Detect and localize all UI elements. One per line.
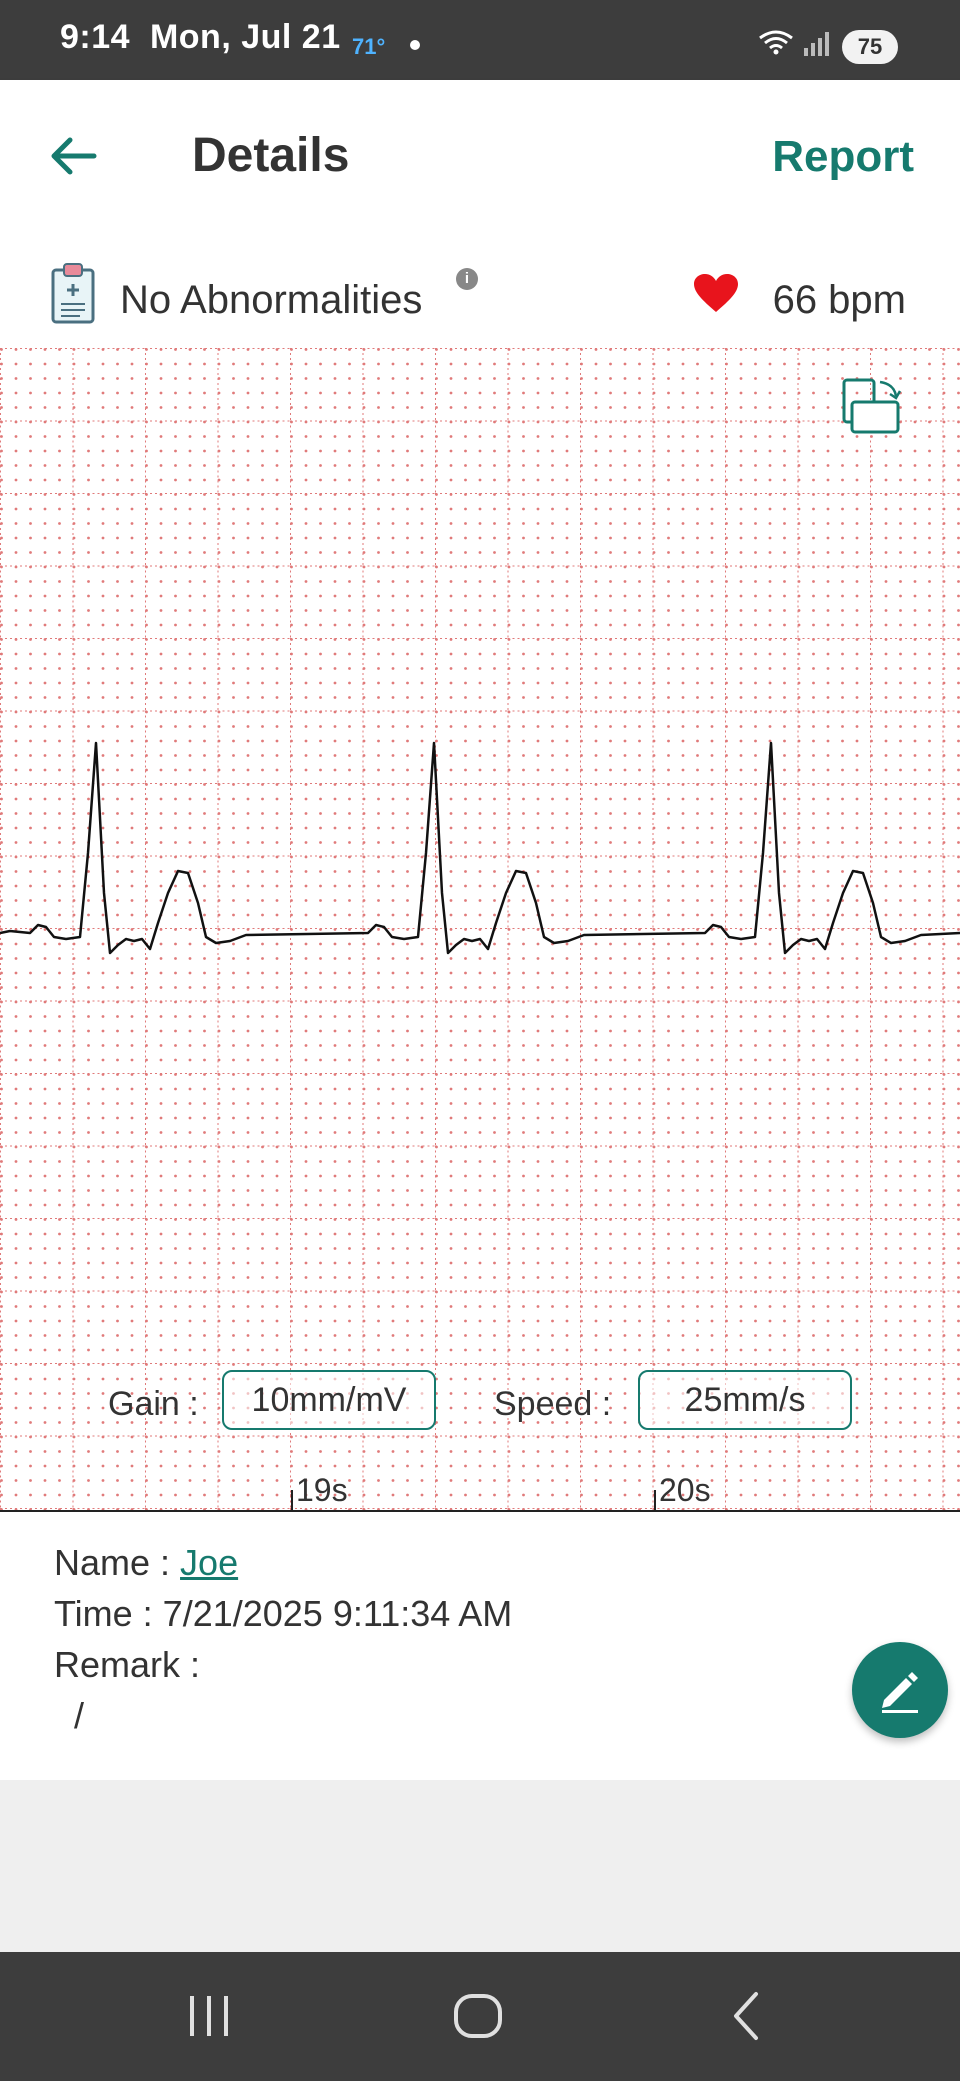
- speed-label: Speed :: [494, 1385, 612, 1423]
- clock-time: 9:14: [60, 18, 131, 56]
- status-time: 9:14 Mon, Jul 21: [60, 18, 341, 57]
- back-arrow-icon[interactable]: [46, 128, 102, 184]
- rotate-screen-icon[interactable]: [840, 376, 904, 440]
- gain-selector[interactable]: 10mm/mV: [222, 1370, 436, 1430]
- back-nav-icon[interactable]: [726, 1986, 766, 2046]
- battery-indicator: 75: [842, 30, 898, 64]
- edit-button[interactable]: [852, 1642, 948, 1738]
- notification-dot: [410, 40, 420, 50]
- status-bar: 9:14 Mon, Jul 21 71° 75: [0, 0, 960, 80]
- remark-label: Remark :: [54, 1644, 201, 1685]
- diagnosis-text: No Abnormalities: [120, 278, 423, 322]
- name-row: Name : Joe: [54, 1542, 238, 1584]
- info-icon[interactable]: i: [456, 268, 478, 290]
- clock-date: Mon, Jul 21: [149, 18, 341, 56]
- heart-icon: [694, 274, 738, 312]
- ecg-major-grid: [0, 348, 960, 1512]
- home-icon[interactable]: [452, 1986, 508, 2046]
- heart-rate-text: 66 bpm: [772, 278, 906, 322]
- gain-label: Gain :: [108, 1385, 199, 1423]
- name-link[interactable]: Joe: [180, 1542, 238, 1583]
- wifi-icon: [759, 30, 793, 55]
- record-details: Name : Joe Time : 7/21/2025 9:11:34 AM R…: [0, 1512, 960, 1780]
- tick-label-20s: 20s: [659, 1472, 711, 1508]
- weather-temp: 71°: [352, 34, 386, 59]
- page-title: Details: [192, 129, 350, 182]
- speed-selector[interactable]: 25mm/s: [638, 1370, 852, 1430]
- ecg-chart-area: Gain : 10mm/mV Speed : 25mm/s 19s 20s: [0, 348, 960, 1512]
- remark-value: /: [74, 1695, 85, 1736]
- pencil-icon: [882, 1672, 918, 1713]
- app-bar: Details Report: [0, 80, 960, 230]
- clipboard-icon: [51, 263, 95, 324]
- time-row: Time : 7/21/2025 9:11:34 AM: [54, 1593, 513, 1634]
- tick-label-19s: 19s: [296, 1472, 348, 1508]
- name-label: Name :: [54, 1542, 181, 1583]
- summary-row: No Abnormalities i 66 bpm: [0, 230, 960, 348]
- system-nav-bar: [0, 1952, 960, 2081]
- ecg-grid-and-trace: [0, 348, 960, 1512]
- recent-apps-icon[interactable]: [186, 1986, 232, 2046]
- report-button[interactable]: Report: [772, 132, 914, 182]
- signal-icon: [804, 32, 829, 56]
